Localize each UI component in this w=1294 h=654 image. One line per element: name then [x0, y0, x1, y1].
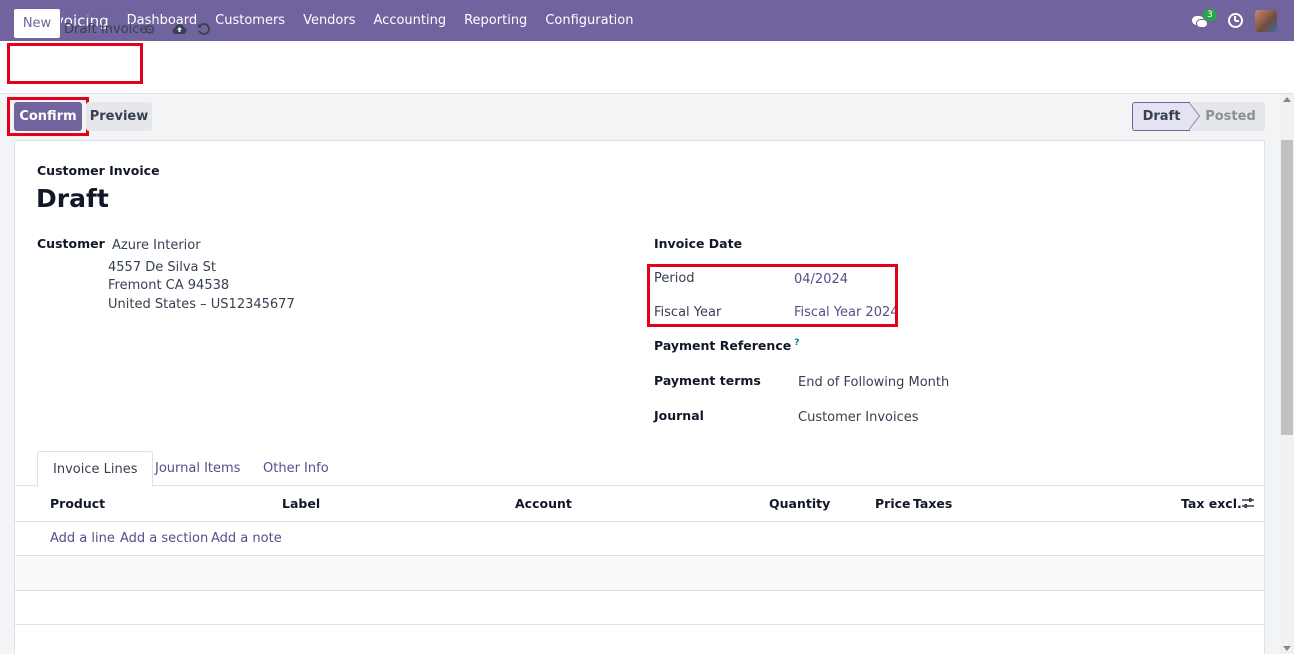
scroll-down-arrow-icon[interactable]	[1283, 646, 1291, 651]
add-line-link[interactable]: Add a line	[50, 531, 115, 546]
column-account[interactable]: Account	[515, 496, 572, 511]
customer-address-line3: United States – US12345677	[108, 297, 295, 312]
document-type: Customer Invoice	[37, 163, 160, 178]
activity-clock-icon[interactable]	[1228, 13, 1243, 28]
new-button[interactable]: New	[13, 8, 61, 39]
tab-journal-items[interactable]: Journal Items	[140, 451, 255, 486]
status-arrow-fill	[1189, 103, 1199, 129]
column-product[interactable]: Product	[50, 496, 105, 511]
customer-label: Customer	[37, 236, 105, 251]
column-taxes[interactable]: Taxes	[913, 496, 952, 511]
optional-columns-icon[interactable]	[1241, 496, 1255, 510]
menu-vendors[interactable]: Vendors	[294, 13, 364, 28]
menu-reporting[interactable]: Reporting	[455, 13, 536, 28]
column-quantity[interactable]: Quantity	[769, 496, 830, 511]
column-label[interactable]: Label	[282, 496, 320, 511]
menu-configuration[interactable]: Configuration	[536, 13, 642, 28]
invoice-date-label: Invoice Date	[654, 236, 743, 251]
help-icon[interactable]: ?	[794, 338, 799, 348]
customer-address-line2: Fremont CA 94538	[108, 278, 230, 293]
scroll-up-arrow-icon[interactable]	[1283, 97, 1291, 102]
journal-label: Journal	[654, 408, 704, 423]
journal-field[interactable]: Customer Invoices	[798, 410, 919, 425]
control-panel	[0, 41, 1294, 94]
highlight-box-breadcrumb	[7, 43, 143, 84]
payment-terms-field[interactable]: End of Following Month	[798, 375, 949, 390]
customer-field[interactable]: Azure Interior	[112, 238, 201, 253]
payment-terms-label: Payment terms	[654, 373, 761, 388]
tab-other-info[interactable]: Other Info	[248, 451, 344, 486]
customer-address-line1: 4557 De Silva St	[108, 260, 216, 275]
preview-button[interactable]: Preview	[86, 102, 152, 131]
column-tax-excl[interactable]: Tax excl.	[1181, 496, 1242, 511]
highlight-box-period-fiscal	[647, 264, 898, 327]
payment-reference-label-text: Payment Reference	[654, 338, 792, 354]
breadcrumb-invoices[interactable]: Invoices	[65, 8, 110, 21]
status-stage-posted[interactable]: Posted	[1190, 102, 1265, 131]
highlight-box-confirm	[7, 97, 89, 136]
menu-customers[interactable]: Customers	[206, 13, 294, 28]
cloud-upload-icon[interactable]	[172, 23, 187, 35]
messages-badge: 3	[1203, 8, 1217, 21]
messages-icon[interactable]: 3	[1192, 8, 1217, 28]
payment-reference-label: Payment Reference?	[654, 338, 799, 353]
table-row	[15, 556, 1264, 590]
scrollbar-thumb[interactable]	[1281, 140, 1293, 435]
top-navbar: Invoicing Dashboard Customers Vendors Ac…	[0, 0, 1294, 41]
page-title: Draft	[36, 184, 109, 213]
table-row-divider	[15, 624, 1264, 625]
user-avatar[interactable]	[1255, 9, 1277, 32]
menu-accounting[interactable]: Accounting	[365, 13, 456, 28]
table-header-divider	[15, 521, 1264, 522]
tab-invoice-lines[interactable]: Invoice Lines	[37, 451, 154, 487]
breadcrumb-current: Draft Invoice	[64, 22, 148, 37]
add-note-link[interactable]: Add a note	[211, 531, 282, 546]
status-stage-draft[interactable]: Draft	[1132, 102, 1190, 131]
column-price[interactable]: Price	[875, 496, 911, 511]
undo-icon[interactable]	[197, 22, 211, 36]
add-section-link[interactable]: Add a section	[120, 531, 208, 546]
table-row-divider	[15, 590, 1264, 591]
gear-icon[interactable]: ⚙	[144, 24, 157, 37]
notebook-tabs: Invoice Lines Journal Items Other Info	[15, 451, 1264, 487]
